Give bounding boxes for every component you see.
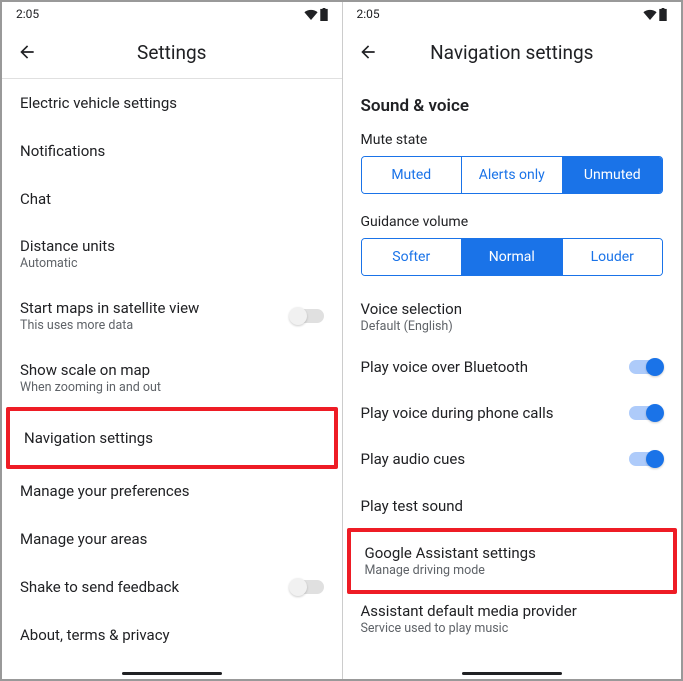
- status-time: 2:05: [16, 7, 39, 21]
- highlight-google-assistant: Google Assistant settings Manage driving…: [347, 528, 678, 594]
- row-sublabel: Service used to play music: [361, 621, 577, 636]
- row-label: Show scale on map: [20, 361, 161, 379]
- page-title: Navigation settings: [343, 41, 682, 64]
- row-sublabel: Default (English): [361, 319, 462, 334]
- row-sublabel: Manage driving mode: [365, 563, 536, 578]
- row-play-bluetooth[interactable]: Play voice over Bluetooth: [343, 344, 682, 390]
- row-preferences[interactable]: Manage your preferences: [2, 467, 342, 515]
- seg-unmuted[interactable]: Unmuted: [562, 157, 663, 193]
- header: Settings: [2, 26, 342, 78]
- wifi-icon: [643, 9, 657, 20]
- row-audio-cues[interactable]: Play audio cues: [343, 436, 682, 482]
- row-sublabel: This uses more data: [20, 318, 199, 333]
- row-label: Manage your areas: [20, 530, 147, 548]
- page-title: Settings: [2, 41, 342, 64]
- row-voice-selection[interactable]: Voice selection Default (English): [343, 290, 682, 344]
- mute-state-label: Mute state: [343, 126, 682, 156]
- row-scale-map[interactable]: Show scale on map When zooming in and ou…: [2, 347, 342, 409]
- row-navigation-settings[interactable]: Navigation settings: [10, 411, 334, 465]
- row-label: Notifications: [20, 142, 105, 160]
- row-shake-feedback[interactable]: Shake to send feedback: [2, 563, 342, 611]
- wifi-icon: [304, 9, 318, 20]
- row-chat[interactable]: Chat: [2, 175, 342, 223]
- toggle-satellite[interactable]: [290, 309, 324, 323]
- row-label: Play test sound: [361, 497, 464, 515]
- guidance-volume-group: Softer Normal Louder: [361, 238, 664, 276]
- header: Navigation settings: [343, 26, 682, 78]
- row-label: Start maps in satellite view: [20, 299, 199, 317]
- row-play-calls[interactable]: Play voice during phone calls: [343, 390, 682, 436]
- row-label: About, terms & privacy: [20, 626, 170, 644]
- toggle-shake-feedback[interactable]: [290, 580, 324, 594]
- row-sublabel: Automatic: [20, 256, 115, 271]
- highlight-navigation-settings: Navigation settings: [6, 407, 338, 469]
- row-label: Play audio cues: [361, 450, 466, 468]
- seg-louder[interactable]: Louder: [562, 239, 663, 275]
- row-label: Distance units: [20, 237, 115, 255]
- settings-list: Electric vehicle settings Notifications …: [2, 79, 342, 666]
- row-label: Play voice over Bluetooth: [361, 358, 529, 376]
- status-bar: 2:05: [343, 2, 682, 26]
- seg-normal[interactable]: Normal: [461, 239, 562, 275]
- row-label: Voice selection: [361, 300, 462, 318]
- status-icons: [304, 8, 328, 21]
- row-google-assistant-settings[interactable]: Google Assistant settings Manage driving…: [351, 532, 674, 590]
- toggle-phone-calls[interactable]: [629, 406, 663, 420]
- status-bar: 2:05: [2, 2, 342, 26]
- nav-settings-content: Sound & voice Mute state Muted Alerts on…: [343, 78, 682, 665]
- row-label: Play voice during phone calls: [361, 404, 554, 422]
- toggle-audio-cues[interactable]: [629, 452, 663, 466]
- status-time: 2:05: [357, 7, 380, 21]
- mute-state-group: Muted Alerts only Unmuted: [361, 156, 664, 194]
- guidance-volume-label: Guidance volume: [343, 208, 682, 238]
- arrow-left-icon: [358, 42, 378, 62]
- row-label: Shake to send feedback: [20, 578, 179, 596]
- row-notifications[interactable]: Notifications: [2, 127, 342, 175]
- status-icons: [643, 8, 667, 21]
- row-ev-settings[interactable]: Electric vehicle settings: [2, 79, 342, 127]
- row-satellite-view[interactable]: Start maps in satellite view This uses m…: [2, 285, 342, 347]
- row-label: Assistant default media provider: [361, 602, 577, 620]
- battery-icon: [659, 8, 667, 21]
- row-label: Navigation settings: [24, 429, 153, 447]
- phone-left: 2:05 Settings Electric vehicle settings …: [2, 2, 342, 679]
- seg-alerts-only[interactable]: Alerts only: [461, 157, 562, 193]
- row-label: Chat: [20, 190, 51, 208]
- row-sign-out[interactable]: Sign out of Google Maps: [2, 659, 342, 666]
- back-button[interactable]: [357, 41, 379, 63]
- row-label: Manage your preferences: [20, 482, 189, 500]
- row-assistant-media[interactable]: Assistant default media provider Service…: [343, 592, 682, 650]
- toggle-bluetooth[interactable]: [629, 360, 663, 374]
- row-areas[interactable]: Manage your areas: [2, 515, 342, 563]
- row-about[interactable]: About, terms & privacy: [2, 611, 342, 659]
- home-indicator[interactable]: [122, 672, 222, 675]
- row-play-test-sound[interactable]: Play test sound: [343, 482, 682, 530]
- seg-muted[interactable]: Muted: [362, 157, 462, 193]
- row-label: Google Assistant settings: [365, 544, 536, 562]
- section-sound-voice: Sound & voice: [343, 78, 682, 126]
- home-indicator[interactable]: [462, 672, 562, 675]
- seg-softer[interactable]: Softer: [362, 239, 462, 275]
- row-distance-units[interactable]: Distance units Automatic: [2, 223, 342, 285]
- back-button[interactable]: [16, 41, 38, 63]
- arrow-left-icon: [17, 42, 37, 62]
- row-sublabel: When zooming in and out: [20, 380, 161, 395]
- battery-icon: [320, 8, 328, 21]
- row-label: Electric vehicle settings: [20, 94, 177, 112]
- phone-right: 2:05 Navigation settings Sound & voice M…: [342, 2, 682, 679]
